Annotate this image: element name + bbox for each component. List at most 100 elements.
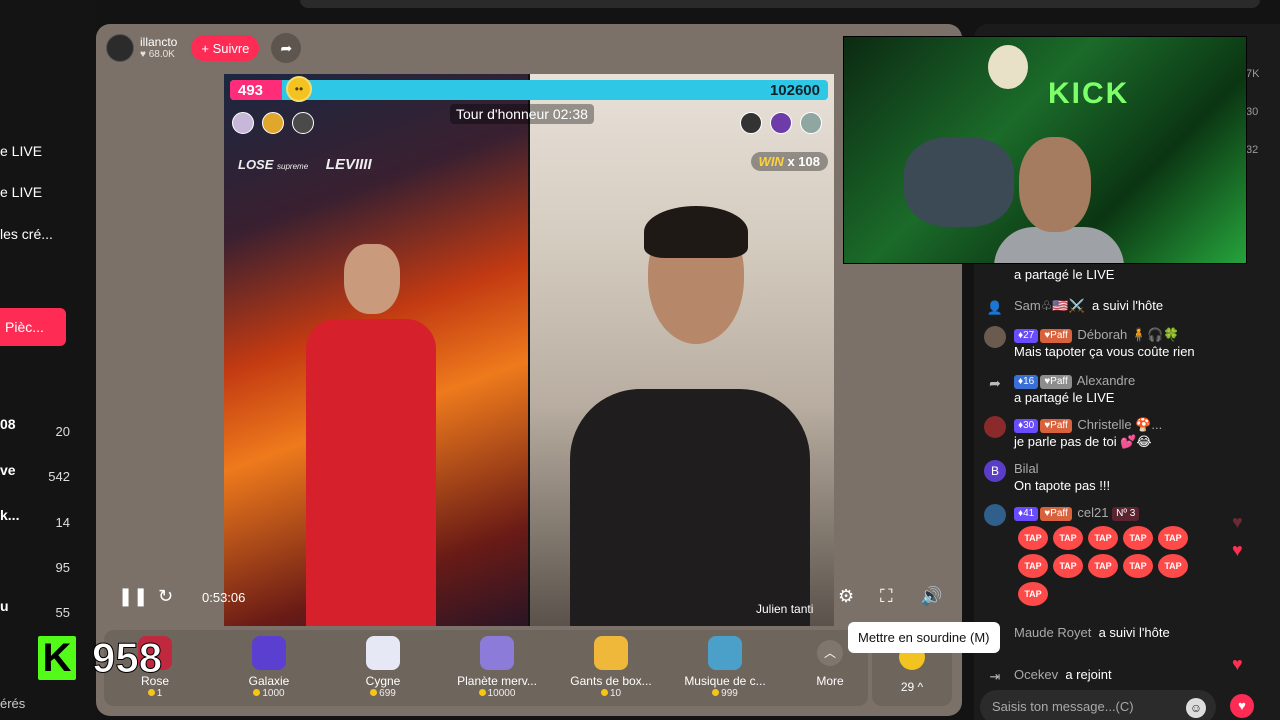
level-badge: ♦16 [1014,375,1039,389]
rank-number: 32 [1246,144,1259,156]
gift-price: 699 [328,688,438,699]
chat-user[interactable]: Maude Royet [1014,625,1091,640]
rank-label[interactable]: k... [0,507,19,523]
gift-name: Gants de box... [570,674,652,688]
coins-button[interactable]: Pièc... [0,308,66,346]
sidebar-footer[interactable]: érés [0,696,25,711]
battle-score-bar: 493 102600 [230,80,828,100]
volume-icon[interactable]: 🔊 [920,586,942,607]
fan-badge: ♥Paff [1040,329,1072,343]
kick-logo: K [38,636,76,680]
host-avatar[interactable] [106,34,134,62]
follow-button[interactable]: + Suivre [191,35,260,61]
fan-badge-label: Paff [1050,508,1068,519]
chat-text: ♦30 ♥Paff Christelle 🍄... je parle pas de … [1014,416,1270,450]
tap-heart-icon: TAP [1088,554,1118,578]
gift-name: Musique de c... [684,674,766,688]
battle-video[interactable]: 493 102600 •• Tour d'honneur 02:38 LOSE … [224,74,834,626]
gift-price-value: 10 [609,688,622,699]
coin-icon [253,689,261,696]
chat-user[interactable]: Alexandre [1077,373,1136,388]
rank-label[interactable]: u [0,598,9,614]
right-streamer [570,206,810,626]
win-text: WIN [758,154,784,169]
join-icon: ⇥ [989,669,1001,684]
level-badge: ♦27 [1014,329,1039,343]
refresh-icon[interactable]: ↻ [158,586,173,607]
gift-item[interactable]: Musique de c... 999 [670,630,780,706]
tap-stickers: TAP TAP TAP TAP TAP TAP TAP TAP TAP TAP TAP [1018,524,1208,608]
more-label: More [816,674,844,688]
swan-gift-icon [366,636,400,670]
left-streamer [284,244,454,626]
chat-user[interactable]: cel21 [1077,505,1108,520]
pause-icon[interactable]: ❚❚ [118,586,148,607]
chevron-up-icon: ︿ [817,640,843,666]
chat-avatar[interactable] [984,326,1006,348]
gift-item[interactable]: Planète merv... 10000 [442,630,552,706]
emoji-icon[interactable]: ☺ [1186,698,1206,718]
share-icon: ➦ [989,375,1001,391]
chat-msg: a suivi l'hôte [1098,625,1170,640]
sidebar-link-live-2[interactable]: e LIVE [0,184,42,200]
treasure-count: 29 [900,680,915,694]
streamer-hair [644,206,748,258]
supporter-avatar-mvp[interactable] [740,112,762,134]
tap-heart-icon: TAP [1018,526,1048,550]
chat-avatar[interactable] [984,416,1006,438]
left-logo: LEVIIII [325,156,372,173]
fan-badge-label: Paff [1050,420,1068,431]
supporter-avatar[interactable] [800,112,822,134]
supporter-avatar[interactable] [232,112,254,134]
chat-user[interactable]: Bilal [1014,461,1039,476]
chat-user[interactable]: Déborah 🧍🎧🍀 [1077,327,1179,342]
emoji-face-icon: •• [286,76,312,102]
settings-icon[interactable]: ⚙ [838,586,854,607]
fan-badge-label: Paff [1050,330,1068,341]
coin-icon [712,689,720,696]
chat-input[interactable]: Saisis ton message...(C) [980,690,1216,720]
like-heart-icon[interactable]: ♥ [1230,694,1254,718]
host-text: illancto ♥ 68.0K [140,36,177,61]
mute-tooltip: Mettre en sourdine (M) [848,622,1000,653]
rank-label[interactable]: 08 [0,416,16,432]
chat-avatar[interactable]: B [984,460,1006,482]
gift-item[interactable]: Gants de box... 10 [556,630,666,706]
gift-name: Cygne [365,674,401,688]
fan-badge: ♥Paff [1040,419,1072,433]
gift-price: 1 [100,688,210,699]
win-multiplier: x 108 [787,154,820,169]
level-badge: ♦30 [1014,419,1039,433]
planet-gift-icon [480,636,514,670]
host-name[interactable]: illancto [140,36,177,49]
gift-price: 999 [670,688,780,699]
rank-count: 20 [55,424,70,439]
lose-label: LOSE supreme LEVIIII [238,156,372,173]
chat-msg: On tapote pas !!! [1014,478,1111,493]
kick-neon-sign: KICK [1048,77,1130,110]
fullscreen-icon[interactable]: ⛶ [880,586,893,607]
supporter-avatar[interactable] [292,112,314,134]
chat-user[interactable]: Ocekev [1014,667,1058,682]
tap-heart-icon: TAP [1053,526,1083,550]
supporter-avatar[interactable] [770,112,792,134]
sidebar-link-creators[interactable]: les cré... [0,226,53,242]
coin-icon [370,689,378,696]
chat-user[interactable]: Christelle 🍄... [1077,417,1162,432]
gift-item[interactable]: Cygne 699 [328,630,438,706]
chat-text: ♦27 ♥Paff Déborah 🧍🎧🍀 Mais tapoter ça vous… [1014,326,1270,360]
level-value: 30 [1023,420,1035,431]
chat-text: Maude Royet a suivi l'hôte [1014,624,1270,641]
chat-avatar[interactable] [984,504,1006,526]
streamer-head [1019,137,1091,232]
tap-heart-icon: TAP [1088,526,1118,550]
mascot-logo [988,45,1028,89]
share-icon[interactable]: ➦ [271,33,302,63]
player-controls: ❚❚ ↻ 0:53:06 ⚙ ⛶ 🔊 [96,582,962,614]
streamer-body [994,227,1124,263]
sidebar-link-live[interactable]: e LIVE [0,143,42,159]
supporter-avatar[interactable] [262,112,284,134]
chat-user[interactable]: Sam♧🇺🇸⚔️ [1014,298,1085,313]
gift-item[interactable]: Galaxie 1000 [214,630,324,706]
rank-label[interactable]: ve [0,462,16,478]
